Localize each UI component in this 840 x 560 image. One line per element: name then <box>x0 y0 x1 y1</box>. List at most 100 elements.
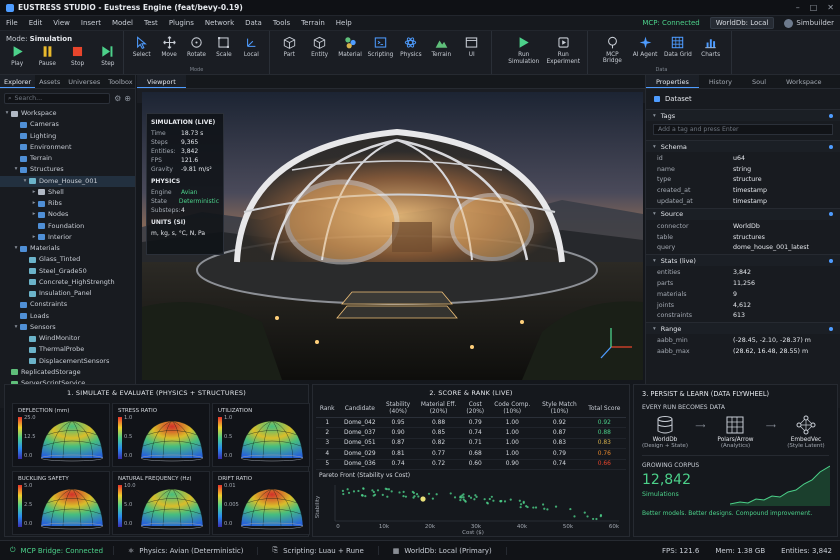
menu-data[interactable]: Data <box>245 19 262 27</box>
column-header[interactable]: Style Match (10%) <box>536 401 583 418</box>
tab-properties[interactable]: Properties <box>646 75 699 88</box>
pause-button[interactable]: Pause <box>32 43 62 67</box>
close-button[interactable]: ✕ <box>827 3 834 12</box>
tree-item[interactable]: Concrete_HighStrength <box>0 277 135 288</box>
property-row[interactable]: aabb_max (28.62, 16.48, 28.55) m <box>646 346 840 357</box>
column-header[interactable]: Rank <box>316 401 339 418</box>
property-row[interactable]: constraints 613 <box>646 311 840 322</box>
status-scripting[interactable]: ⎘ Scripting: Luau + Rune <box>258 546 379 555</box>
expand-caret-icon[interactable]: ▸ <box>31 232 37 243</box>
menu-test[interactable]: Test <box>144 19 158 27</box>
stop-button[interactable]: Stop <box>63 43 93 67</box>
tab-soul[interactable]: Soul <box>742 75 776 88</box>
tree-item[interactable]: Insulation_Panel <box>0 288 135 299</box>
expand-caret-icon[interactable]: ▸ <box>31 198 37 209</box>
menu-model[interactable]: Model <box>112 19 133 27</box>
tab-history[interactable]: History <box>699 75 742 88</box>
tab-universes[interactable]: Universes <box>64 75 104 88</box>
run-simulation-button[interactable]: Run Simulation <box>504 31 544 74</box>
analysis-map[interactable]: UTILIZATION 1.0 0.5 0.0 <box>212 403 310 467</box>
tree-item[interactable]: Steel_Grade50 <box>0 266 135 277</box>
menu-insert[interactable]: Insert <box>81 19 101 27</box>
tree-item[interactable]: ▾ Dome_House_001 <box>0 175 135 187</box>
tree-item[interactable]: Glass_Tinted <box>0 254 135 265</box>
part-button[interactable]: Part <box>274 31 304 74</box>
physics-button[interactable]: Physics <box>396 31 426 74</box>
tree-item[interactable]: ▾ Sensors <box>0 322 135 333</box>
menu-file[interactable]: File <box>6 19 18 27</box>
expand-caret-icon[interactable]: ▸ <box>31 209 37 220</box>
table-row[interactable]: 2 Dome_037 0.90 0.85 0.74 1.00 0.87 0.88 <box>316 427 626 439</box>
pareto-highlight-point[interactable] <box>420 496 426 502</box>
menu-network[interactable]: Network <box>205 19 234 27</box>
tree-item[interactable]: Foundation <box>0 221 135 232</box>
property-row[interactable]: id u64 <box>646 153 840 164</box>
tree-item[interactable]: Terrain <box>0 153 135 164</box>
property-row[interactable]: type structure <box>646 175 840 186</box>
play-button[interactable]: Play <box>2 43 32 67</box>
add-icon[interactable]: ⊕ <box>124 94 131 103</box>
minimize-button[interactable]: – <box>796 3 800 12</box>
tree-item[interactable]: ThermalProbe <box>0 344 135 355</box>
property-row[interactable]: name string <box>646 164 840 175</box>
column-header[interactable]: Stability (40%) <box>381 401 415 418</box>
tree-item[interactable]: ▾ Structures <box>0 164 135 175</box>
tree-item[interactable]: ▾ Workspace <box>0 108 135 119</box>
expand-caret-icon[interactable]: ▸ <box>31 187 37 198</box>
settings-icon[interactable]: ⚙ <box>114 94 121 103</box>
source-section[interactable]: ▾ Source <box>646 207 840 220</box>
tree-item[interactable]: ▾ Materials <box>0 243 135 254</box>
expand-caret-icon[interactable]: ▾ <box>13 322 19 333</box>
tree-item[interactable]: ▸ Shell <box>0 187 135 198</box>
tree-item[interactable]: DisplacementSensors <box>0 356 135 367</box>
search-input[interactable]: Search... <box>15 95 43 102</box>
tree-item[interactable]: WindMonitor <box>0 333 135 344</box>
ui-button[interactable]: UI <box>457 31 487 74</box>
tab-assets[interactable]: Assets <box>35 75 64 88</box>
tab-viewport[interactable]: Viewport <box>137 75 186 88</box>
property-row[interactable]: aabb_min (-28.45, -2.10, -28.37) m <box>646 335 840 346</box>
tab-explorer[interactable]: Explorer <box>0 75 36 88</box>
material-button[interactable]: Material <box>335 31 365 74</box>
expand-caret-icon[interactable]: ▾ <box>4 108 10 119</box>
tree-item[interactable]: Loads <box>0 311 135 322</box>
expand-caret-icon[interactable]: ▾ <box>22 176 28 187</box>
column-header[interactable]: Candidate <box>338 401 382 418</box>
analysis-map[interactable]: BUCKLING SAFETY 5.0 2.5 0.0 <box>12 471 110 535</box>
property-row[interactable]: updated_at timestamp <box>646 196 840 207</box>
tree-item[interactable]: ▸ Nodes <box>0 209 135 220</box>
expand-caret-icon[interactable]: ▾ <box>13 243 19 254</box>
menu-help[interactable]: Help <box>336 19 352 27</box>
property-row[interactable]: connector WorldDb <box>646 221 840 232</box>
tree-item[interactable]: ▸ Ribs <box>0 198 135 209</box>
menu-edit[interactable]: Edit <box>29 19 43 27</box>
analysis-map[interactable]: DRIFT RATIO 0.01 0.005 0.0 <box>212 471 310 535</box>
menu-plugins[interactable]: Plugins <box>169 19 194 27</box>
column-header[interactable]: Total Score <box>582 401 626 418</box>
terrain-button[interactable]: Terrain <box>426 31 456 74</box>
analysis-map[interactable]: NATURAL FREQUENCY (Hz) 10.0 5.0 0.0 <box>112 471 210 535</box>
tag-input[interactable]: Add a tag and press Enter <box>653 124 833 135</box>
menu-tools[interactable]: Tools <box>273 19 290 27</box>
entity-button[interactable]: Entity <box>304 31 334 74</box>
maximize-button[interactable]: □ <box>810 3 818 12</box>
tree-item[interactable]: ReplicatedStorage <box>0 367 135 378</box>
range-section[interactable]: ▾ Range <box>646 322 840 335</box>
property-row[interactable]: parts 11,256 <box>646 278 840 289</box>
status-physics[interactable]: ⚛ Physics: Avian (Deterministic) <box>114 546 259 555</box>
property-row[interactable]: joints 4,612 <box>646 300 840 311</box>
menu-view[interactable]: View <box>53 19 70 27</box>
property-row[interactable]: query dome_house_001_latest <box>646 243 840 254</box>
status-worlddb[interactable]: ▦ WorldDb: Local (Primary) <box>379 546 507 555</box>
tree-item[interactable]: Environment <box>0 142 135 153</box>
property-row[interactable]: materials 9 <box>646 289 840 300</box>
tree-item[interactable]: Cameras <box>0 119 135 130</box>
tree-item[interactable]: Lighting <box>0 131 135 142</box>
tab-workspace[interactable]: Workspace <box>776 75 832 88</box>
property-row[interactable]: table structures <box>646 232 840 243</box>
table-row[interactable]: 4 Dome_029 0.81 0.77 0.68 1.00 0.79 0.76 <box>316 448 626 460</box>
table-row[interactable]: 3 Dome_051 0.87 0.82 0.71 1.00 0.83 0.83 <box>316 438 626 450</box>
run-experiment-button[interactable]: Run Experiment <box>544 31 584 74</box>
table-row[interactable]: 1 Dome_042 0.95 0.88 0.79 1.00 0.92 0.92 <box>316 417 626 429</box>
user-menu[interactable]: Simbuilder <box>784 18 834 28</box>
